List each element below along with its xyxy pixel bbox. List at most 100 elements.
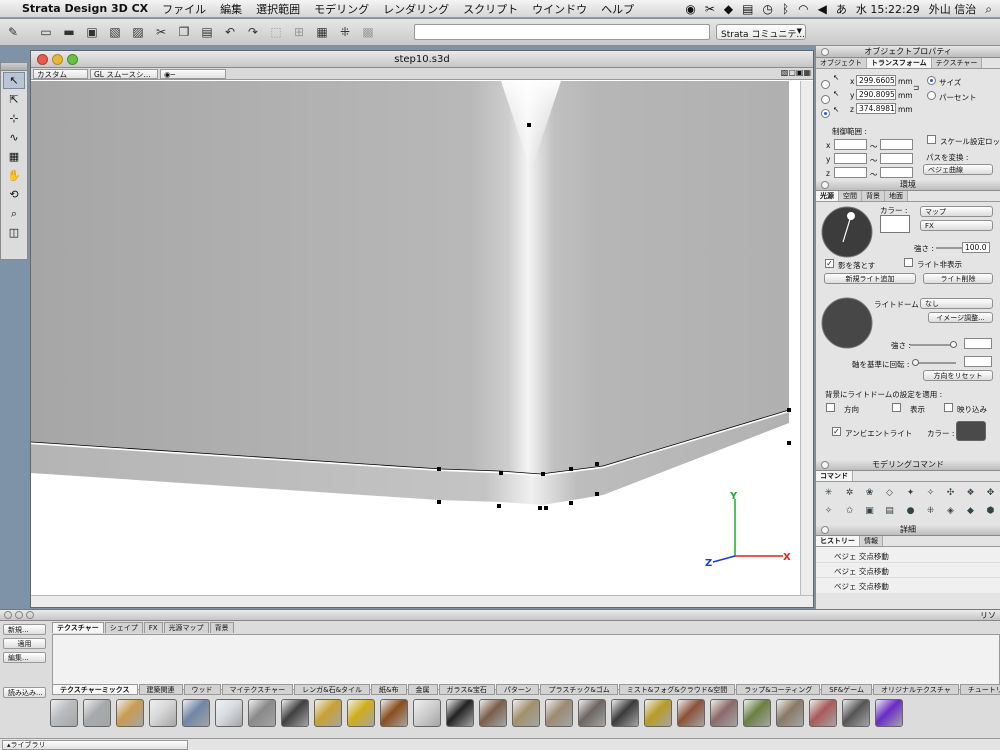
tab-shapes[interactable]: シェイプ — [104, 622, 143, 633]
category-tab[interactable]: テクスチャーミックス — [52, 684, 138, 695]
group-icon[interactable]: ▦ — [313, 23, 331, 41]
texture-swatch[interactable] — [842, 699, 870, 727]
model-side-surface[interactable] — [31, 81, 789, 475]
category-tab[interactable]: 紙&布 — [371, 684, 407, 695]
zoom-window-button[interactable] — [67, 54, 78, 65]
panel-close-button[interactable] — [821, 461, 829, 469]
library-titlebar[interactable]: リソ — [0, 610, 1000, 621]
texture-swatch[interactable] — [479, 699, 507, 727]
control-point[interactable] — [595, 462, 599, 466]
limit-x-min[interactable] — [834, 139, 867, 150]
menu-script[interactable]: スクリプト — [463, 1, 518, 17]
position-radio[interactable] — [821, 80, 830, 89]
polygon-command-icon[interactable]: ⬢ — [984, 506, 997, 518]
open-folder-icon[interactable]: ▬ — [60, 23, 78, 41]
control-point[interactable] — [787, 441, 791, 445]
reset-direction-button[interactable]: 方向をリセット — [923, 370, 993, 381]
split-icon[interactable]: ✣ — [944, 488, 957, 500]
ambient-light-checkbox[interactable]: ✓ — [832, 427, 841, 436]
vertical-scrollbar[interactable] — [800, 81, 813, 596]
details-title[interactable]: 詳細 — [816, 524, 1000, 536]
boolean-icon[interactable]: ✧ — [924, 488, 937, 500]
light-dome-select[interactable]: なし — [920, 298, 993, 309]
category-tab[interactable]: レンガ&石&タイル — [294, 684, 371, 695]
ungroup-icon[interactable]: ⁜ — [336, 23, 354, 41]
ps-export-icon[interactable]: ▧ — [106, 23, 124, 41]
new-resource-button[interactable]: 新規... — [3, 624, 46, 635]
dome-strength-slider[interactable] — [910, 341, 957, 348]
tab-info[interactable]: 情報 — [860, 536, 883, 546]
light-color-swatch[interactable] — [880, 215, 910, 233]
rotate-view-tool-icon[interactable]: ⟲ — [1, 185, 27, 204]
close-window-button[interactable] — [37, 54, 48, 65]
replicate-icon[interactable]: ✥ — [984, 488, 997, 500]
control-point[interactable] — [787, 408, 791, 412]
menu-help[interactable]: ヘルプ — [601, 1, 634, 17]
new-document-icon[interactable]: ▭ — [37, 23, 55, 41]
zoom-tool-icon[interactable]: ⌕ — [1, 204, 27, 223]
texture-swatch[interactable] — [644, 699, 672, 727]
cone-command-icon[interactable]: ◆ — [964, 506, 977, 518]
texture-swatch[interactable] — [710, 699, 738, 727]
control-point[interactable] — [499, 471, 503, 475]
limit-y-max[interactable] — [880, 153, 913, 164]
cut-icon[interactable]: ✂ — [152, 23, 170, 41]
history-item[interactable]: ベジェ 交点移動 — [816, 565, 1000, 578]
control-point[interactable] — [541, 472, 545, 476]
tab-commands[interactable]: コマンド — [816, 471, 853, 481]
texture-swatch[interactable] — [380, 699, 408, 727]
save-icon[interactable]: ▣ — [83, 23, 101, 41]
new-light-button[interactable]: 新規ライト追加 — [824, 273, 916, 284]
tab-space[interactable]: 空間 — [839, 191, 862, 201]
dropbox-icon[interactable]: ◆ — [724, 2, 733, 16]
frame-icon[interactable]: ⬚ — [267, 23, 285, 41]
category-tab[interactable]: ラップ&コーティング — [736, 684, 821, 695]
bluetooth-icon[interactable]: ᛒ — [782, 2, 789, 16]
cube-icon[interactable]: ▣ — [863, 506, 876, 518]
uv-icon[interactable]: ▩ — [359, 23, 377, 41]
texture-swatch[interactable] — [677, 699, 705, 727]
tab-texture[interactable]: テクスチャー — [931, 58, 983, 68]
link-icon[interactable]: ⊐ — [913, 83, 919, 92]
texture-swatch[interactable] — [578, 699, 606, 727]
tab-object[interactable]: オブジェクト — [816, 58, 867, 68]
environment-title[interactable]: 環境 — [816, 179, 1000, 191]
menu-window[interactable]: ウインドウ — [532, 1, 587, 17]
scissors-status-icon[interactable]: ✂ — [705, 2, 715, 16]
spotlight-icon[interactable]: ⌕ — [985, 2, 992, 17]
search-field[interactable] — [414, 24, 710, 40]
category-tab[interactable]: ミスト&フォグ&クラウド&空間 — [618, 684, 736, 695]
redo-icon[interactable]: ↷ — [244, 23, 262, 41]
object-properties-title[interactable]: オブジェクトプロパティ — [816, 46, 1000, 58]
3d-viewport[interactable]: Y X Z — [31, 81, 801, 596]
array-icon[interactable]: ⁜ — [924, 506, 937, 518]
rotate-field[interactable] — [964, 356, 992, 367]
tab-history[interactable]: ヒストリー — [816, 536, 860, 546]
modeling-commands-title[interactable]: モデリングコマンド — [816, 459, 1000, 471]
z-value-field[interactable]: 374.8981 — [856, 103, 896, 114]
grid-tool-icon[interactable]: ▦ — [1, 147, 27, 166]
time-machine-icon[interactable]: ◷ — [762, 2, 772, 16]
tab-textures[interactable]: テクスチャー — [52, 622, 104, 633]
view-options-icons[interactable]: ▧▢▣▦ — [781, 68, 811, 77]
rotation-radio[interactable] — [821, 95, 830, 104]
rotate-slider[interactable] — [912, 359, 956, 366]
point-tool-icon[interactable]: ⊹ — [1, 109, 27, 128]
delete-light-button[interactable]: ライト削除 — [923, 273, 993, 284]
path-transform-select[interactable]: ベジェ曲線 — [923, 164, 993, 175]
control-point[interactable] — [544, 506, 548, 510]
zoom-slider[interactable]: ◉─ — [160, 68, 226, 79]
tab-backgrounds[interactable]: 背景 — [209, 622, 234, 633]
tab-background[interactable]: 背景 — [862, 191, 885, 201]
reshape-tool-icon[interactable]: ⇱ — [1, 90, 27, 109]
tool-palette-title[interactable] — [1, 63, 27, 71]
category-tab[interactable]: マイテクスチャー — [221, 684, 294, 695]
group-command-icon[interactable]: ▤ — [883, 506, 896, 518]
limit-y-min[interactable] — [834, 153, 867, 164]
scale-radio[interactable] — [821, 109, 830, 118]
load-resource-button[interactable]: 読み込み... — [3, 687, 46, 698]
document-titlebar[interactable]: step10.s3d — [31, 51, 813, 68]
lathe-icon[interactable]: ✲ — [843, 488, 856, 500]
edit-resource-button[interactable]: 編集... — [3, 652, 46, 663]
image-adjust-button[interactable]: イメージ調整... — [928, 312, 993, 323]
